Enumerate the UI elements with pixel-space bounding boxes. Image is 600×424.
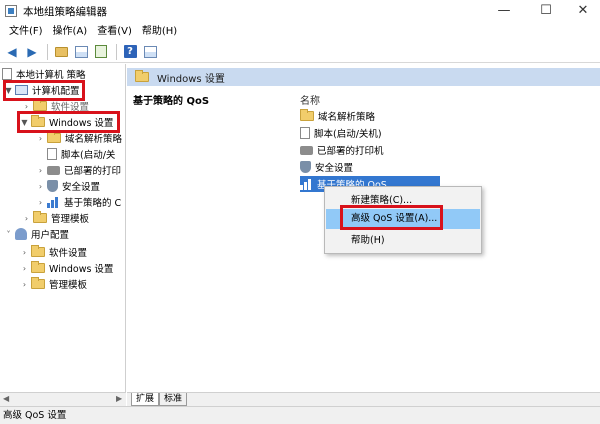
minimize-button[interactable]: —: [484, 0, 524, 22]
tree-label: 安全设置: [62, 182, 101, 193]
folder-icon: [300, 109, 314, 121]
folder-icon: [31, 245, 45, 257]
chevron-right-icon[interactable]: ›: [36, 134, 45, 143]
tab-standard[interactable]: 标准: [159, 393, 188, 406]
menu-file[interactable]: 文件(F): [4, 22, 48, 41]
back-arrow-icon[interactable]: ◀: [3, 43, 21, 61]
tree-item-policy-qos[interactable]: › 基于策略的 C: [36, 194, 121, 210]
toolbar: ◀ ▶ ?: [0, 41, 600, 63]
help-button[interactable]: ?: [121, 43, 139, 61]
window-title: 本地组策略编辑器: [23, 5, 107, 18]
menu-bar: 文件(F) 操作(A) 查看(V) 帮助(H): [0, 22, 600, 41]
script-icon: [300, 127, 310, 139]
chevron-right-icon[interactable]: ›: [22, 214, 31, 223]
menu-item-help[interactable]: 帮助(H): [326, 231, 480, 251]
title-bar: 本地组策略编辑器 — ☐ ✕: [0, 0, 600, 22]
export-list-button[interactable]: [92, 43, 110, 61]
scroll-left-icon[interactable]: ◀: [3, 394, 9, 403]
tree-label: 用户配置: [31, 230, 70, 241]
tree-item-admin-templates[interactable]: › 管理模板: [22, 210, 89, 226]
tree-item-deployed-printers[interactable]: › 已部署的打印: [36, 162, 121, 178]
menu-view[interactable]: 查看(V): [92, 22, 137, 41]
folder-icon: [47, 131, 61, 143]
toolbar-divider: [47, 43, 48, 60]
tree-item-user-config[interactable]: ˅ 用户配置: [4, 226, 69, 242]
tree-label: 基于策略的 C: [64, 198, 122, 209]
highlight-box-advanced-qos: [340, 205, 443, 230]
properties-button[interactable]: [141, 43, 159, 61]
maximize-button[interactable]: ☐: [526, 0, 566, 22]
details-header: Windows 设置: [127, 68, 600, 86]
tree-item-user-windows[interactable]: › Windows 设置: [20, 260, 113, 276]
toolbar-divider: [116, 43, 117, 60]
tree-label: 脚本(启动/关: [61, 150, 116, 161]
column-header-name[interactable]: 名称: [300, 92, 320, 107]
tree-item-security-settings[interactable]: › 安全设置: [36, 178, 100, 194]
description-title: 基于策略的 QoS: [133, 96, 210, 107]
menu-action[interactable]: 操作(A): [48, 22, 93, 41]
up-folder-button[interactable]: [52, 43, 70, 61]
printer-icon: [47, 165, 60, 175]
list-item-label: 域名解析策略: [318, 112, 376, 123]
list-item-security[interactable]: 安全设置: [300, 159, 353, 175]
properties-icon: [143, 45, 157, 58]
list-item-label: 安全设置: [315, 163, 354, 174]
export-icon: [95, 45, 107, 58]
tree-item-scripts[interactable]: 脚本(启动/关: [36, 146, 115, 162]
user-icon: [15, 228, 27, 240]
tree-label: 本地计算机 策略: [16, 70, 86, 81]
tab-extended[interactable]: 扩展: [131, 393, 160, 406]
qos-chart-icon: [47, 196, 60, 208]
close-button[interactable]: ✕: [563, 0, 600, 22]
folder-icon: [31, 261, 45, 273]
chevron-right-icon[interactable]: ›: [36, 182, 45, 191]
chevron-right-icon[interactable]: ›: [20, 248, 29, 257]
highlight-box-windows-settings: [17, 111, 120, 133]
chevron-right-icon[interactable]: ›: [20, 264, 29, 273]
help-icon: ?: [123, 45, 137, 58]
chevron-down-icon[interactable]: ˅: [4, 230, 13, 239]
security-icon: [300, 161, 311, 173]
list-item-label: 已部署的打印机: [317, 146, 384, 157]
folder-up-icon: [54, 46, 68, 57]
tree-label: 软件设置: [49, 248, 88, 259]
app-icon: [5, 5, 17, 17]
qos-chart-icon: [300, 178, 313, 190]
tree-item-user-software[interactable]: › 软件设置: [20, 244, 87, 260]
forward-arrow-icon[interactable]: ▶: [23, 43, 41, 61]
tree-label: 管理模板: [51, 214, 90, 225]
details-header-title: Windows 设置: [157, 73, 225, 85]
folder-icon: [31, 277, 45, 289]
chevron-right-icon[interactable]: ›: [20, 280, 29, 289]
view-tabs: 扩展 标准: [127, 392, 600, 406]
folder-icon: [33, 211, 47, 223]
folder-icon: [33, 99, 47, 111]
list-item-scripts[interactable]: 脚本(启动/关机): [300, 125, 382, 141]
tree-horizontal-scrollbar[interactable]: ◀ ▶: [0, 392, 126, 406]
script-icon: [47, 148, 57, 160]
scroll-right-icon[interactable]: ▶: [116, 394, 122, 403]
chevron-right-icon[interactable]: ›: [22, 102, 31, 111]
printer-icon: [300, 145, 313, 155]
tree-item-user-admin-templates[interactable]: › 管理模板: [20, 276, 87, 292]
list-item-label: 脚本(启动/关机): [314, 129, 382, 140]
console-tree-icon: [74, 45, 88, 58]
folder-icon: [135, 70, 149, 82]
security-icon: [47, 180, 58, 192]
list-item-name-resolution[interactable]: 域名解析策略: [300, 108, 375, 124]
tree-label: 已部署的打印: [64, 166, 122, 177]
tree-label: 管理模板: [49, 280, 88, 291]
status-bar: 高级 QoS 设置: [0, 406, 600, 424]
show-hide-tree-button[interactable]: [72, 43, 90, 61]
tree-label: Windows 设置: [49, 264, 114, 275]
tree-label: 域名解析策略: [65, 134, 123, 145]
menu-help[interactable]: 帮助(H): [137, 22, 182, 41]
chevron-right-icon[interactable]: ›: [36, 166, 45, 175]
chevron-right-icon[interactable]: ›: [36, 198, 45, 207]
list-item-printers[interactable]: 已部署的打印机: [300, 142, 384, 158]
highlight-box-computer-config: [3, 80, 85, 101]
policy-icon: [2, 68, 12, 80]
